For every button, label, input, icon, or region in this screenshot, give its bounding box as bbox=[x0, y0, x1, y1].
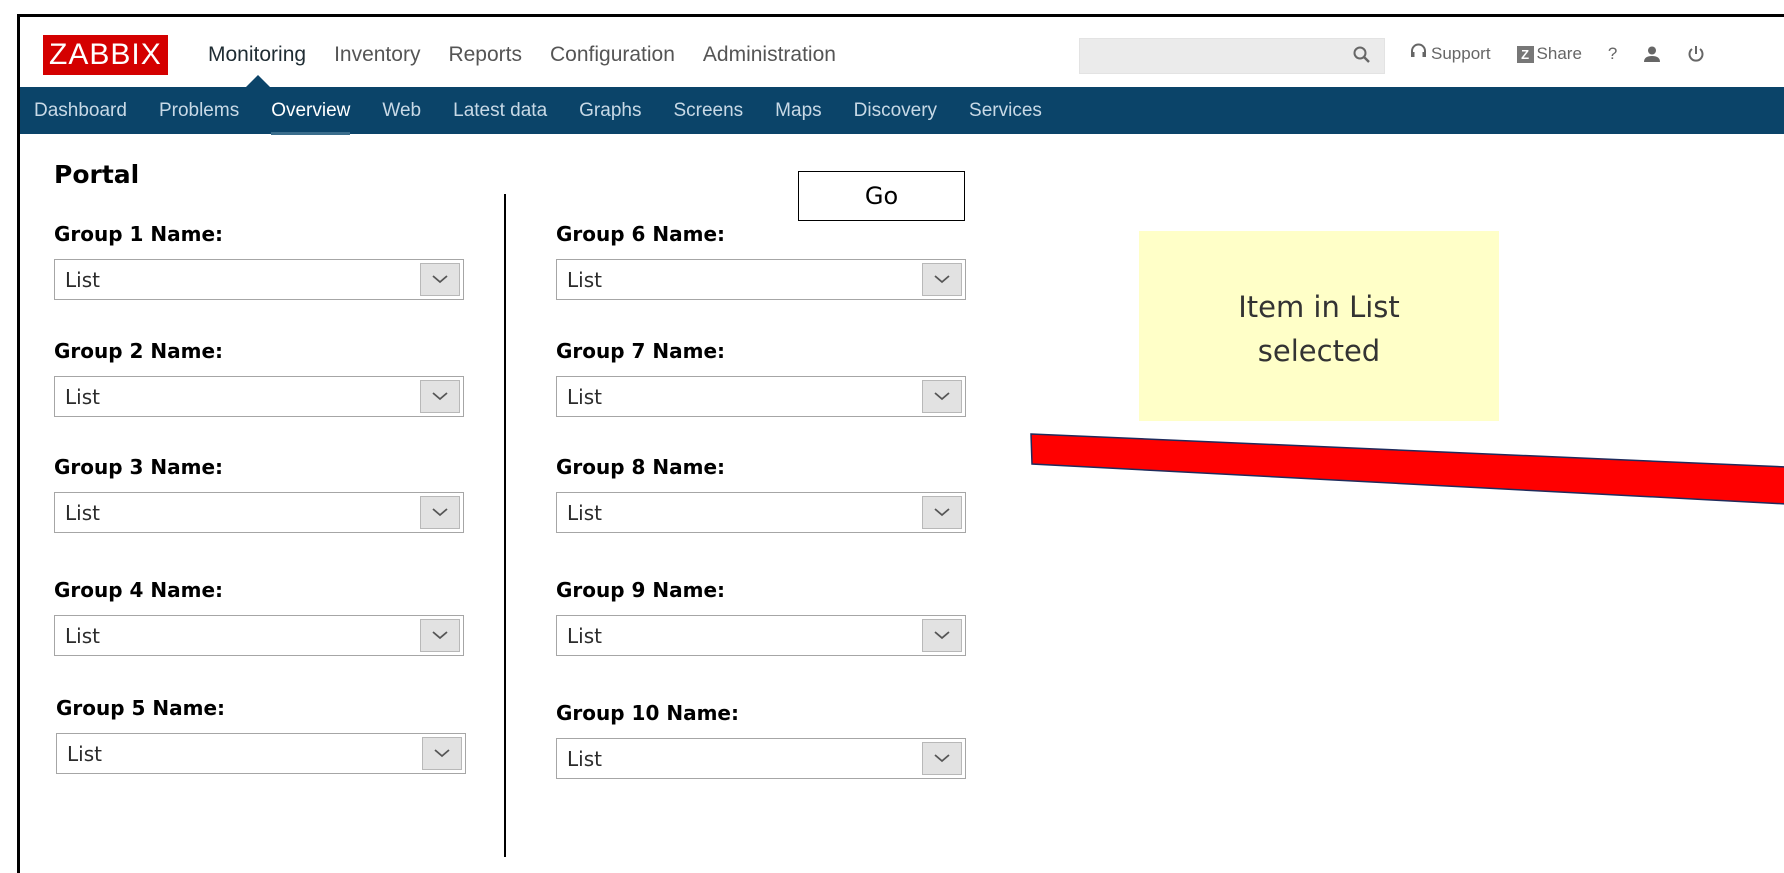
annotation-arrow bbox=[1030, 433, 1784, 505]
app-frame: ZABBIX Monitoring Inventory Reports Conf… bbox=[17, 14, 1784, 873]
